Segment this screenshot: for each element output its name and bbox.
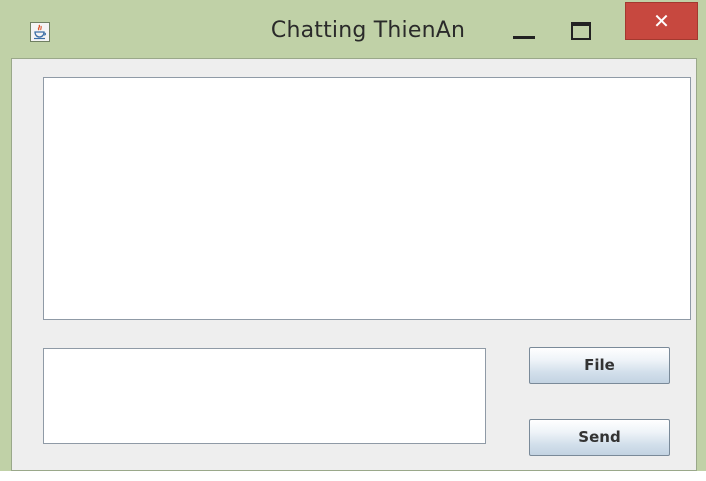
maximize-button[interactable] [567, 14, 597, 44]
close-button[interactable]: ✕ [625, 2, 698, 40]
title-bar[interactable]: Chatting ThienAn ✕ [0, 0, 706, 58]
file-button[interactable]: File [529, 347, 670, 384]
minimize-button[interactable] [509, 18, 539, 46]
send-button[interactable]: Send [529, 419, 670, 456]
minimize-icon [513, 36, 535, 39]
window-title: Chatting ThienAn [0, 14, 706, 48]
window-title-text: Chatting ThienAn [270, 18, 466, 43]
app-window: Chatting ThienAn ✕ File Send [0, 0, 706, 471]
content-panel: File Send [11, 58, 697, 471]
chat-history-area[interactable] [43, 77, 691, 320]
message-input[interactable] [43, 348, 486, 444]
close-icon: ✕ [653, 9, 670, 33]
maximize-icon [571, 22, 591, 40]
